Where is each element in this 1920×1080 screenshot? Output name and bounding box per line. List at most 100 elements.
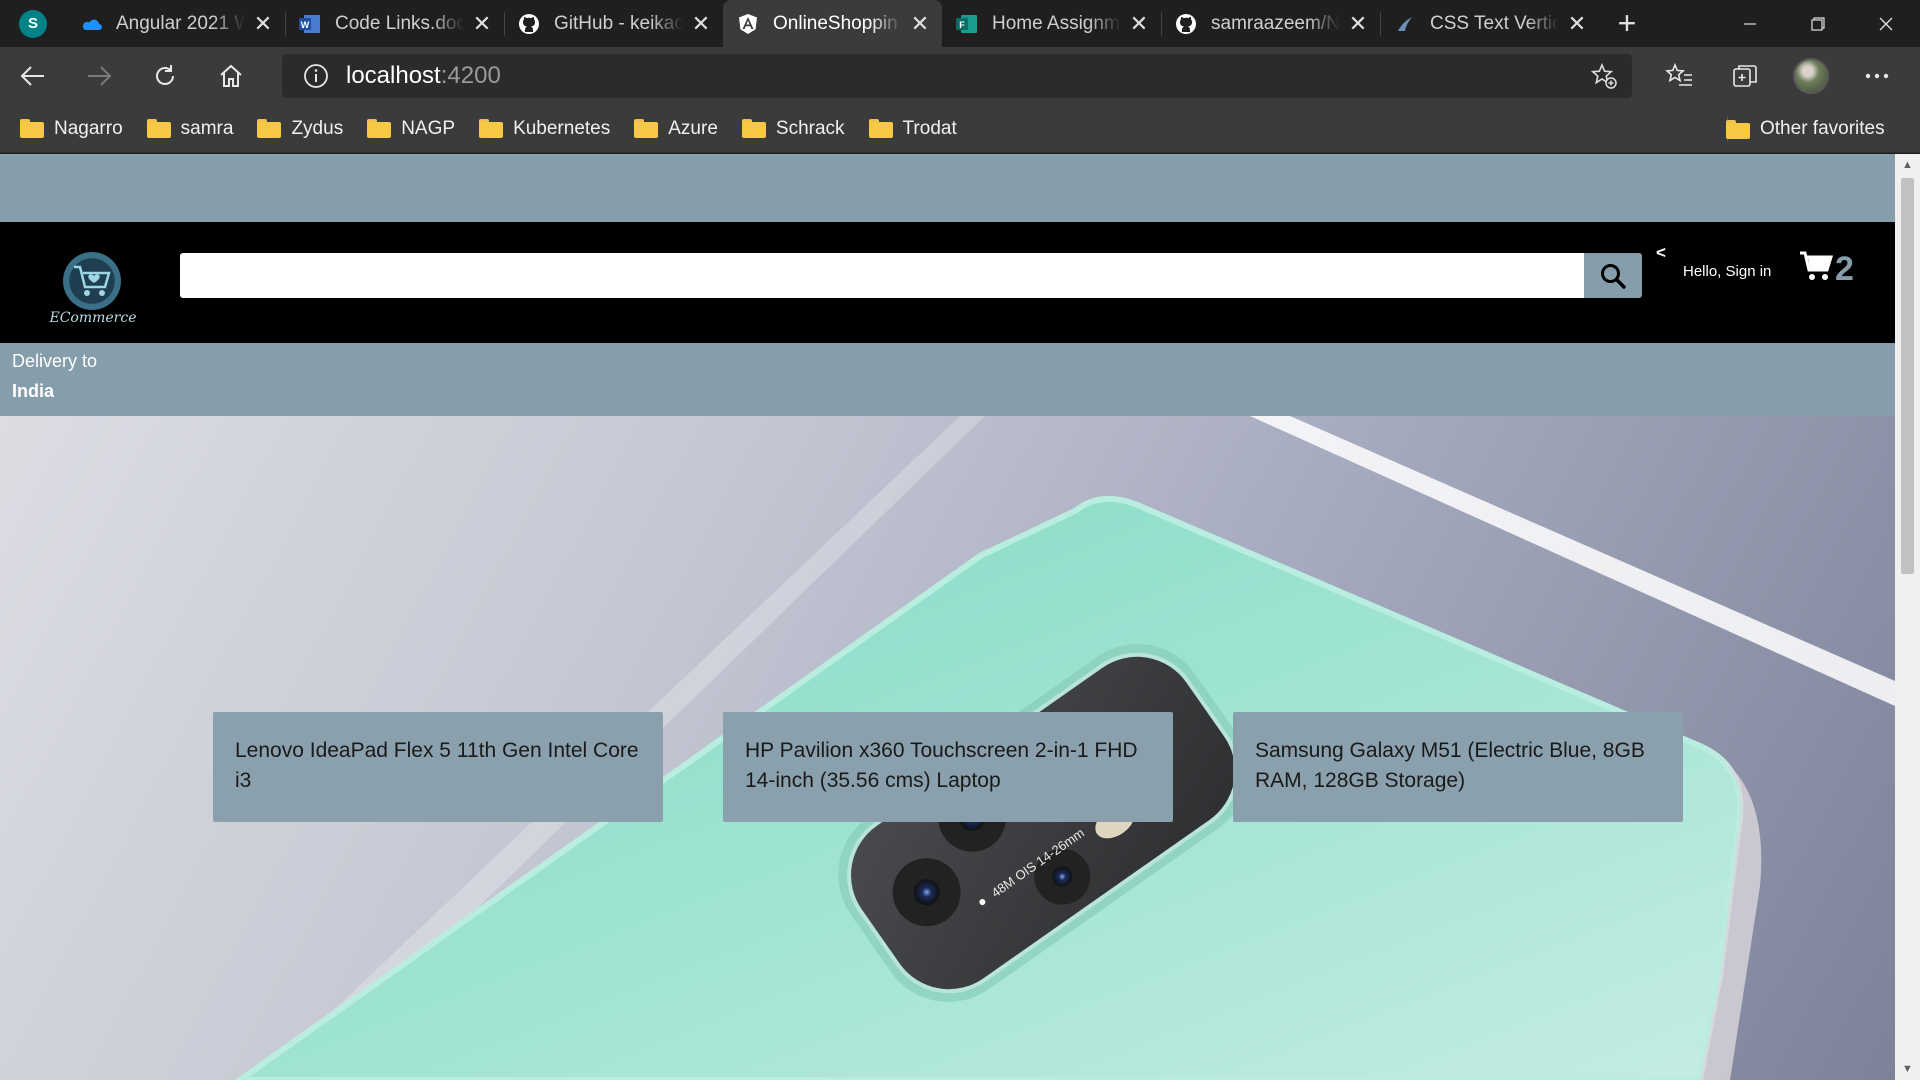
site-info-icon[interactable]: [292, 63, 340, 89]
window-controls: [1716, 0, 1920, 47]
favorite-label: Zydus: [291, 117, 344, 139]
word-doc-icon: W: [299, 13, 321, 35]
tab-title: CSS Text Vertic: [1430, 12, 1559, 34]
folder-icon: [20, 119, 44, 138]
close-icon[interactable]: ✕: [689, 11, 713, 36]
close-icon[interactable]: ✕: [908, 11, 932, 36]
restore-button[interactable]: [1784, 0, 1852, 47]
tab-css-text-vertical[interactable]: CSS Text Vertic ✕: [1380, 0, 1599, 47]
folder-icon: [367, 119, 392, 138]
favorite-folder[interactable]: samra: [146, 117, 234, 140]
tab-title: Home Assignm: [992, 12, 1120, 34]
language-toggle-arrow[interactable]: <: [1656, 243, 1666, 263]
delivery-country: India: [12, 381, 55, 401]
folder-icon: [741, 119, 766, 138]
favorite-folder[interactable]: Zydus: [257, 118, 343, 140]
minimize-button[interactable]: [1716, 0, 1784, 47]
avatar: [1793, 58, 1829, 94]
shopping-cart-icon: [1800, 251, 1833, 280]
cart-count: 2: [1835, 250, 1854, 288]
back-button[interactable]: [0, 47, 66, 105]
other-favorites-folder[interactable]: Other favorites: [1726, 105, 1885, 153]
cart-button[interactable]: 2: [1799, 250, 1854, 286]
collections-button[interactable]: [1712, 47, 1778, 105]
forms-icon: F: [956, 13, 978, 35]
refresh-button[interactable]: [132, 47, 198, 105]
folder-icon: [1726, 119, 1750, 139]
home-button[interactable]: [198, 47, 264, 105]
address-bar[interactable]: localhost:4200: [282, 54, 1632, 98]
github-icon: [518, 13, 540, 35]
tab-angular[interactable]: Angular 2021 W ✕: [66, 0, 285, 47]
page-viewport: ECommerce < Hello, Sign in 2 Delivery to…: [0, 154, 1895, 1080]
favorite-label: NAGP: [401, 117, 456, 139]
favorite-label: Azure: [668, 117, 718, 139]
favorite-folder[interactable]: Schrack: [741, 117, 845, 140]
page-scrollbar[interactable]: ▲ ▼: [1895, 154, 1920, 1080]
favorite-folder[interactable]: Kubernetes: [479, 118, 610, 140]
folder-icon: [634, 119, 659, 138]
close-icon[interactable]: ✕: [1565, 11, 1589, 36]
site-header: ECommerce < Hello, Sign in 2: [0, 222, 1895, 343]
tab-title: Code Links.doc: [335, 12, 464, 34]
svg-text:W: W: [301, 20, 310, 30]
product-title: Lenovo IdeaPad Flex 5 11th Gen Intel Cor…: [235, 739, 639, 792]
scroll-up-arrow-icon[interactable]: ▲: [1895, 154, 1920, 176]
shopping-cart-heart-icon: [63, 252, 121, 310]
browser-tab-strip: S Angular 2021 W ✕ W Code Links.doc ✕ Gi…: [0, 0, 1920, 47]
favorite-label: Trodat: [902, 117, 957, 139]
tab-github-keikac[interactable]: GitHub - keikac ✕: [504, 0, 723, 47]
settings-more-button[interactable]: [1844, 47, 1910, 105]
tab-online-shopping[interactable]: OnlineShoppin ✕: [723, 0, 942, 47]
home-icon: [220, 64, 242, 87]
favorite-label: Schrack: [775, 117, 845, 139]
profile-button[interactable]: [1778, 47, 1844, 105]
favorites-bar: Nagarro samra Zydus NAGP Kubernetes Azur…: [0, 105, 1920, 153]
folder-icon: [868, 119, 893, 138]
css-tricks-icon: [1394, 13, 1416, 35]
github-icon: [1175, 13, 1197, 35]
sign-in-link[interactable]: Hello, Sign in: [1683, 263, 1771, 280]
delivery-location[interactable]: Delivery to India: [0, 343, 1895, 416]
search-icon: [1601, 263, 1626, 289]
folder-icon: [479, 119, 504, 138]
product-card[interactable]: Lenovo IdeaPad Flex 5 11th Gen Intel Cor…: [213, 712, 663, 822]
product-card[interactable]: HP Pavilion x360 Touchscreen 2-in-1 FHD …: [723, 712, 1173, 822]
close-window-button[interactable]: [1852, 0, 1920, 47]
delivery-label: Delivery to: [12, 351, 98, 371]
url-port: :4200: [440, 62, 501, 89]
tab-home-assignment[interactable]: F Home Assignm ✕: [942, 0, 1161, 47]
add-favorite-icon[interactable]: [1590, 62, 1618, 90]
search-input[interactable]: [180, 253, 1584, 298]
top-banner-strip: [0, 154, 1895, 222]
close-icon[interactable]: ✕: [470, 11, 494, 36]
scroll-down-arrow-icon[interactable]: ▼: [1895, 1058, 1920, 1080]
forward-button[interactable]: [66, 47, 132, 105]
svg-text:F: F: [959, 20, 965, 30]
refresh-icon: [156, 65, 174, 85]
favorite-label: samra: [180, 117, 234, 139]
close-icon[interactable]: ✕: [1346, 11, 1370, 36]
favorite-folder[interactable]: Nagarro: [20, 118, 123, 140]
favorite-label: Nagarro: [54, 117, 123, 139]
favorite-folder[interactable]: Azure: [634, 118, 718, 140]
workspace-button[interactable]: S: [0, 0, 66, 47]
favorite-folder[interactable]: Trodat: [868, 117, 957, 140]
tab-code-links[interactable]: W Code Links.doc ✕: [285, 0, 504, 47]
favorites-star-list-icon: [1665, 63, 1692, 86]
scroll-thumb[interactable]: [1901, 178, 1914, 574]
new-tab-button[interactable]: +: [1599, 0, 1655, 47]
favorite-folder[interactable]: NAGP: [367, 118, 455, 140]
favorites-button[interactable]: [1646, 47, 1712, 105]
url-text[interactable]: localhost:4200: [346, 62, 501, 90]
toolbar-right: [1646, 47, 1910, 105]
tab-title: OnlineShoppin: [773, 12, 898, 34]
angular-icon: [737, 13, 759, 35]
close-icon[interactable]: ✕: [251, 11, 275, 36]
sharepoint-icon: S: [19, 9, 47, 38]
site-logo[interactable]: ECommerce: [40, 252, 146, 332]
tab-samraazeem[interactable]: samraazeem/N ✕: [1161, 0, 1380, 47]
product-card[interactable]: Samsung Galaxy M51 (Electric Blue, 8GB R…: [1233, 712, 1683, 822]
search-button[interactable]: [1584, 253, 1642, 298]
close-icon[interactable]: ✕: [1127, 11, 1151, 36]
